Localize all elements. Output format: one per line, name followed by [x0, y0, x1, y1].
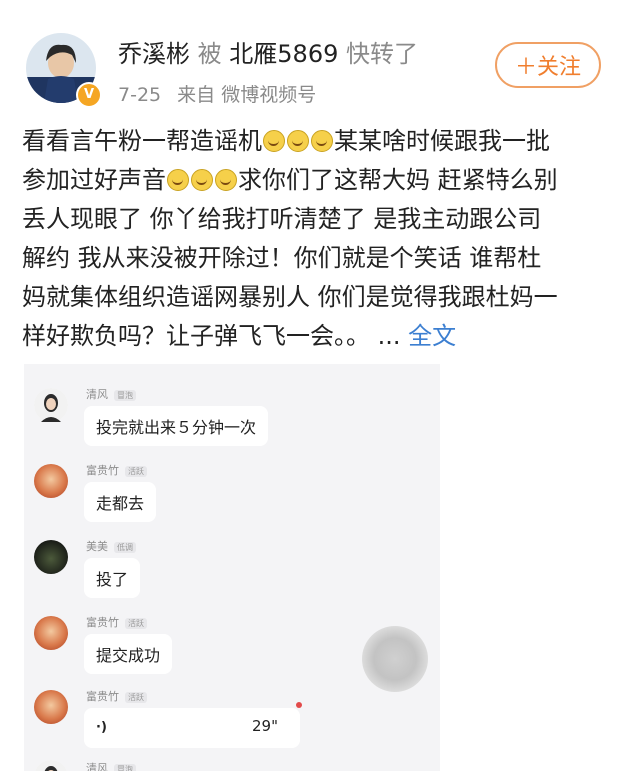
voice-wave-icon: ·) [96, 720, 107, 735]
member-tag: 活跃 [125, 466, 147, 477]
sender-label: 富贵竹 [86, 690, 119, 703]
source-prefix: 来自 [177, 84, 216, 106]
post-body: 看看言午粉一帮造谣机 某某啥时候跟我一批 参加过好声音 求你们了这帮大妈 赶紧特么别… [22, 122, 622, 356]
user-avatar [34, 760, 68, 771]
post-source[interactable]: 微博视频号 [221, 84, 316, 106]
member-tag: 活跃 [125, 692, 147, 703]
voice-duration: 29" [252, 717, 278, 735]
message-bubble: 提交成功 [84, 634, 173, 674]
sender-label: 美美 [86, 540, 108, 553]
repost-action: 快转了 [346, 40, 418, 68]
record-button[interactable] [362, 626, 428, 692]
laughing-crying-emoji-icon [191, 169, 213, 191]
body-line: 某某啥时候跟我一批 [334, 127, 550, 155]
member-tag: 低调 [114, 542, 136, 553]
sender-label: 富贵竹 [86, 616, 119, 629]
user-avatar [34, 616, 68, 650]
body-line: 参加过好声音 [22, 166, 166, 194]
body-line: 丢人现眼了 你丫给我打听清楚了 是我主动跟公司 [22, 205, 542, 233]
laughing-crying-emoji-icon [287, 130, 309, 152]
user-avatar [34, 464, 68, 498]
sender-name: 富贵竹 活跃 [86, 462, 147, 478]
user-avatar [34, 388, 68, 422]
post-header: V 乔溪彬 被 北雁5869 快转了 7-25 来自 微博视频号 ＋关注 [0, 0, 640, 120]
laughing-crying-emoji-icon [215, 169, 237, 191]
voice-message-bubble[interactable]: ·) 29" [84, 708, 300, 748]
body-line: 样好欺负吗？让子弹飞飞一会。。 ... [22, 322, 401, 350]
laughing-crying-emoji-icon [167, 169, 189, 191]
unread-dot [296, 702, 302, 708]
message-bubble: 投完就出来５分钟一次 [84, 406, 269, 446]
chat-screenshot: 清风 冒泡 投完就出来５分钟一次 富贵竹 活跃 走都去 美美 低调 投了 富贵竹 活跃 … [24, 364, 440, 771]
user-avatar [34, 540, 68, 574]
reposter-name[interactable]: 北雁5869 [229, 40, 338, 68]
post-date: 7-25 [118, 84, 162, 106]
sender-name: 清风 冒泡 [86, 386, 136, 402]
follow-button[interactable]: ＋关注 [495, 42, 601, 88]
sender-name: 富贵竹 活跃 [86, 614, 147, 630]
member-tag: 冒泡 [114, 390, 136, 401]
by-word: 被 [197, 40, 222, 68]
laughing-crying-emoji-icon [263, 130, 285, 152]
sender-label: 清风 [86, 762, 108, 771]
member-tag: 冒泡 [114, 764, 136, 771]
message-bubble: 投了 [84, 558, 141, 598]
sender-label: 清风 [86, 388, 108, 401]
sender-label: 富贵竹 [86, 464, 119, 477]
full-text-link[interactable]: 全文 [408, 322, 456, 350]
author-name[interactable]: 乔溪彬 [118, 40, 190, 68]
post-title: 乔溪彬 被 北雁5869 快转了 [118, 34, 418, 69]
body-line: 看看言午粉一帮造谣机 [22, 127, 262, 155]
sender-name: 清风 冒泡 [86, 760, 136, 771]
post-meta: 7-25 来自 微博视频号 [118, 80, 316, 107]
sender-name: 富贵竹 活跃 [86, 688, 147, 704]
body-line: 解约 我从来没被开除过！你们就是个笑话 谁帮杜 [22, 244, 542, 272]
body-line: 妈就集体组织造谣网暴别人 你们是觉得我跟杜妈一 [22, 283, 558, 311]
member-tag: 活跃 [125, 618, 147, 629]
message-bubble: 走都去 [84, 482, 157, 522]
user-avatar [34, 690, 68, 724]
body-line: 求你们了这帮大妈 赶紧特么别 [238, 166, 558, 194]
laughing-crying-emoji-icon [311, 130, 333, 152]
verified-badge: V [76, 82, 102, 108]
sender-name: 美美 低调 [86, 538, 136, 554]
